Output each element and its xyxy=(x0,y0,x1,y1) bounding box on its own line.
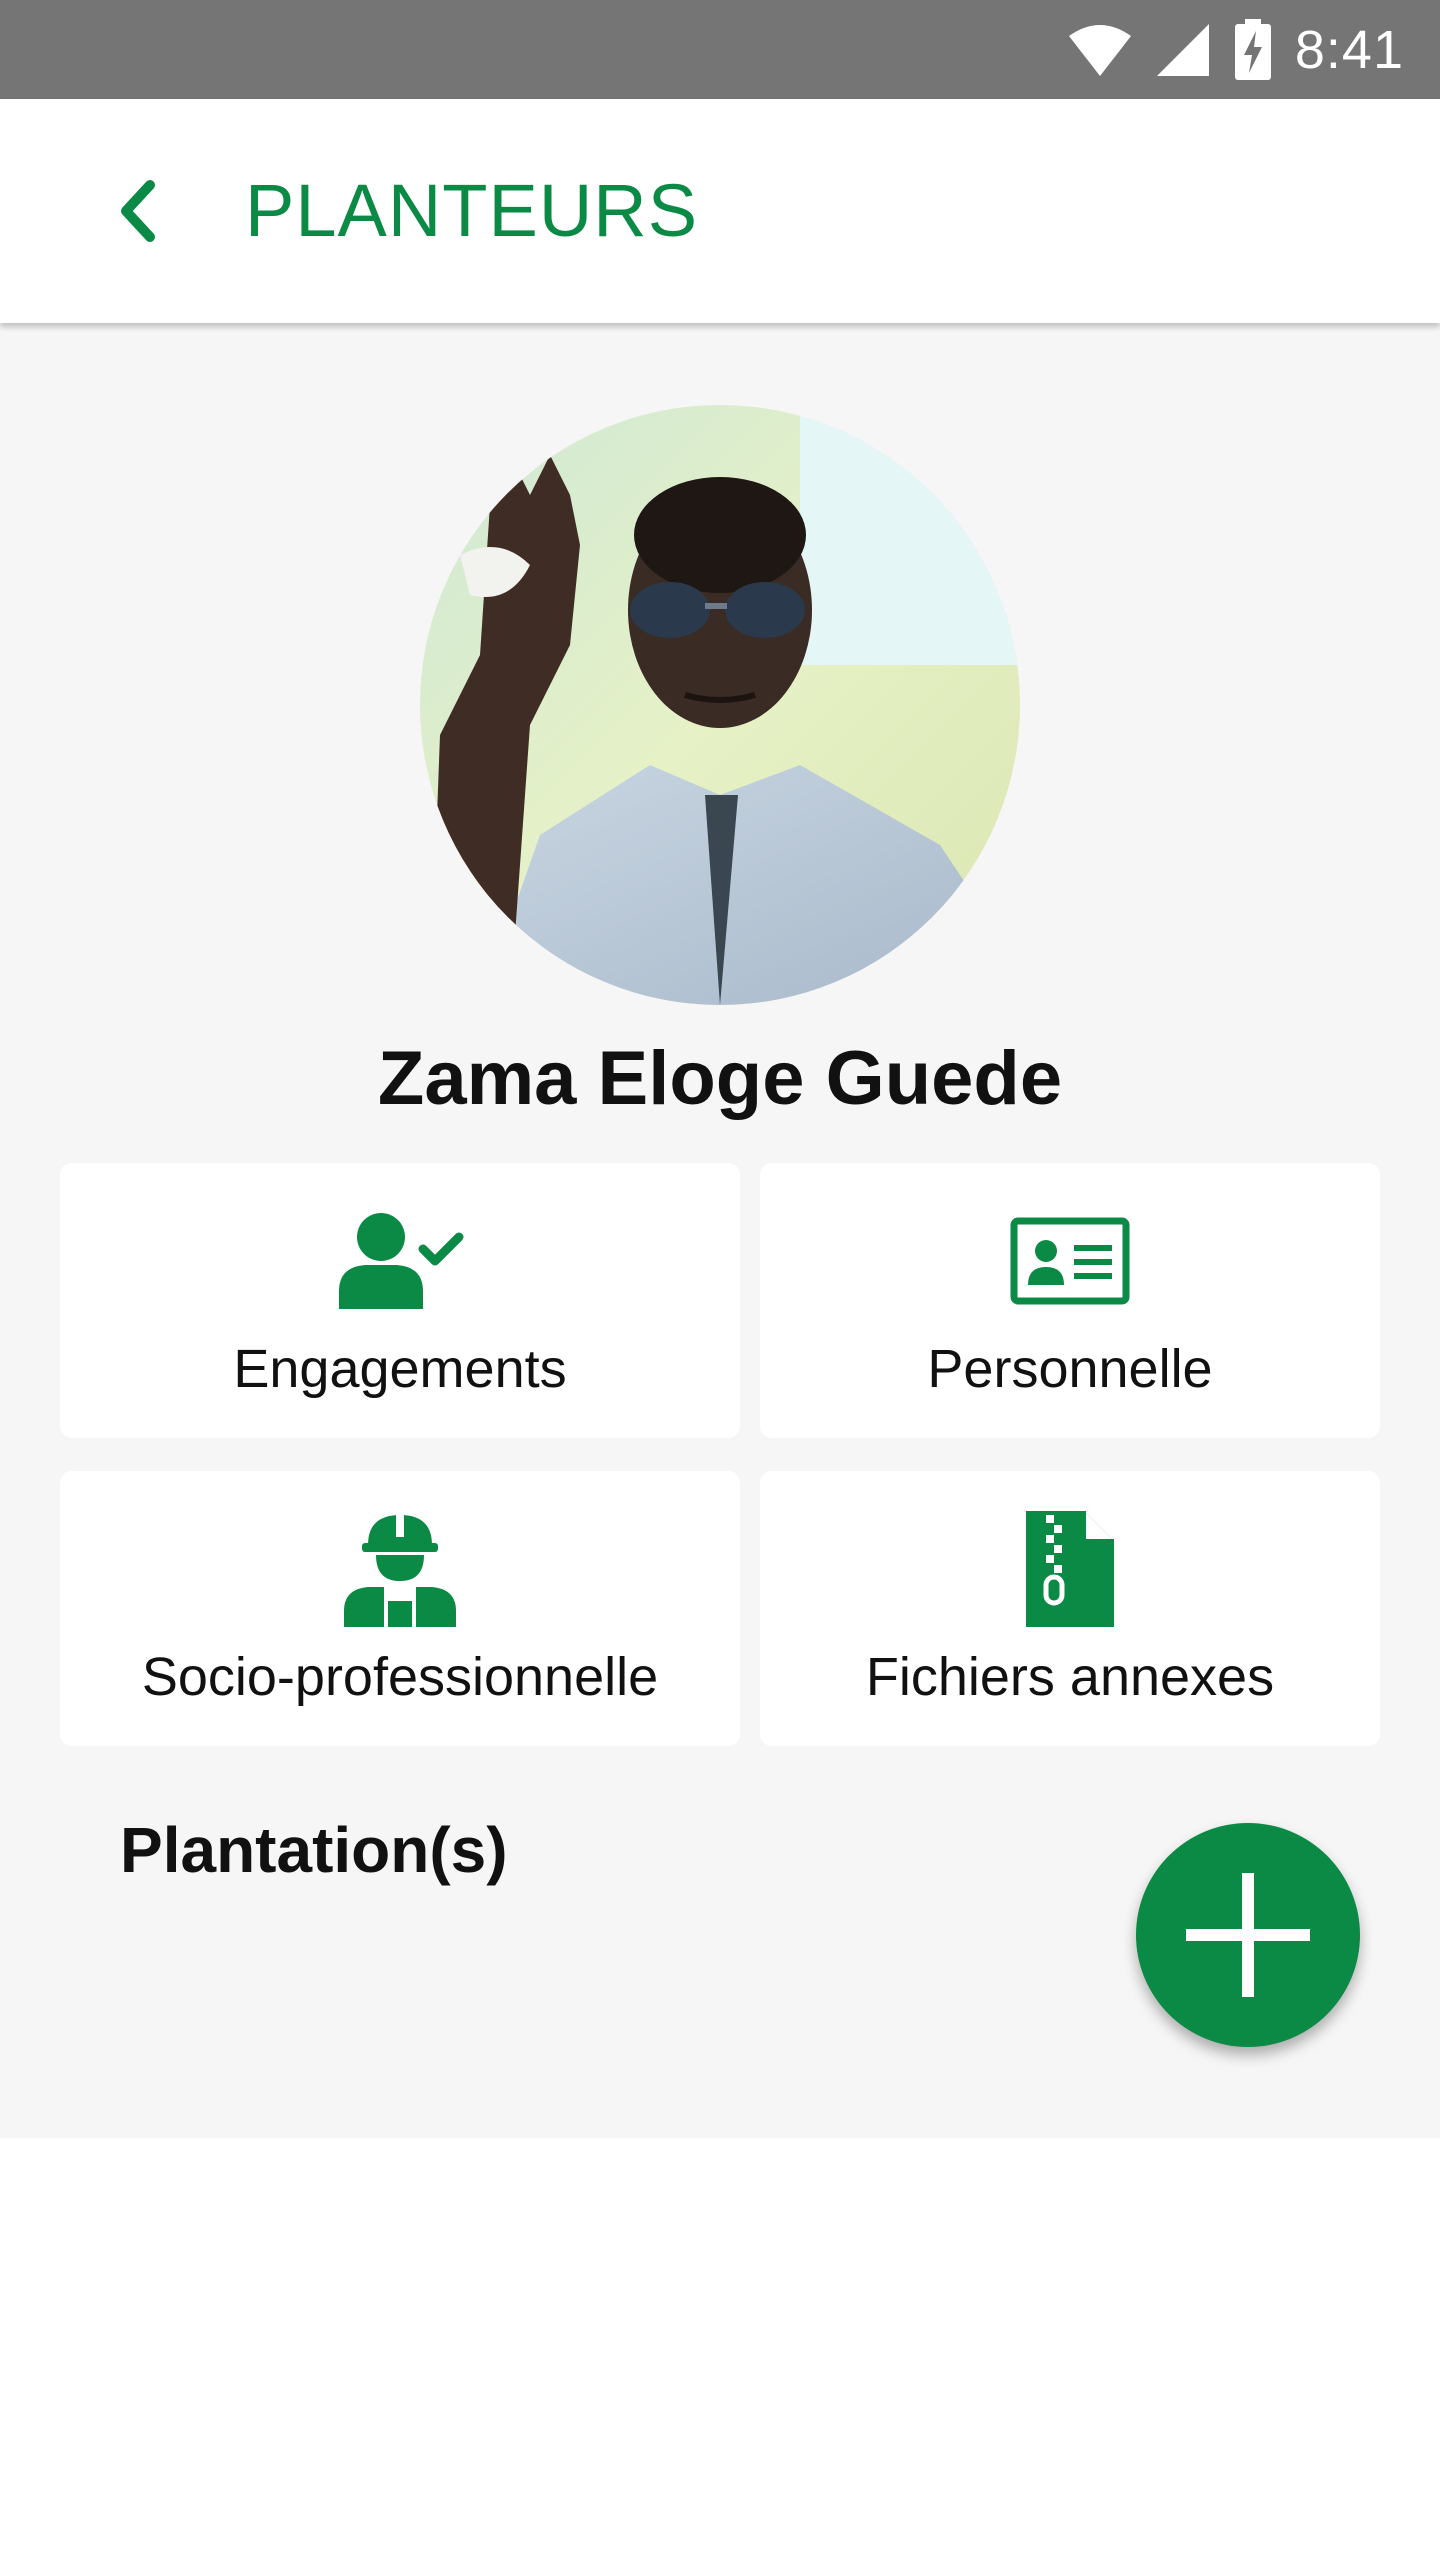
app-bar: PLANTEURS xyxy=(0,99,1440,323)
id-card-icon xyxy=(1010,1217,1130,1305)
wifi-icon xyxy=(1068,25,1131,76)
battery-charging-icon xyxy=(1234,19,1271,80)
engagements-card[interactable]: Engagements xyxy=(60,1163,740,1438)
status-bar: 8:41 xyxy=(0,0,1440,99)
fichiers-annexes-card[interactable]: Fichiers annexes xyxy=(760,1471,1380,1746)
main-content: Zama Eloge Guede Engagements Personnelle xyxy=(0,323,1440,2138)
profile-name: Zama Eloge Guede xyxy=(377,1036,1063,1121)
status-time: 8:41 xyxy=(1294,20,1404,80)
back-button[interactable] xyxy=(100,171,180,251)
worker-icon xyxy=(344,1513,456,1627)
zip-file-icon xyxy=(1026,1511,1114,1627)
card-label: Fichiers annexes xyxy=(865,1647,1275,1707)
plantations-title: Plantation(s) xyxy=(120,1814,508,1886)
card-icon-wrapper xyxy=(760,1211,1380,1311)
chevron-left-icon xyxy=(121,180,155,242)
page-title: PLANTEURS xyxy=(245,169,699,252)
profile-photo xyxy=(420,405,1020,1005)
card-icon-wrapper xyxy=(60,1513,740,1627)
personnelle-card[interactable]: Personnelle xyxy=(760,1163,1380,1438)
card-icon-wrapper xyxy=(760,1511,1380,1627)
avatar xyxy=(420,405,1020,1005)
status-icons: 8:41 xyxy=(1067,18,1404,82)
user-check-icon xyxy=(339,1213,464,1309)
signal-icon xyxy=(1156,24,1209,76)
card-label: Engagements xyxy=(233,1339,567,1399)
card-label: Personnelle xyxy=(927,1339,1213,1399)
socio-professionnelle-card[interactable]: Socio-professionnelle xyxy=(60,1471,740,1746)
card-icon-wrapper xyxy=(60,1211,740,1311)
add-plantation-button[interactable] xyxy=(1136,1823,1360,2047)
card-label: Socio-professionnelle xyxy=(141,1647,659,1707)
plus-icon xyxy=(1186,1873,1310,1997)
